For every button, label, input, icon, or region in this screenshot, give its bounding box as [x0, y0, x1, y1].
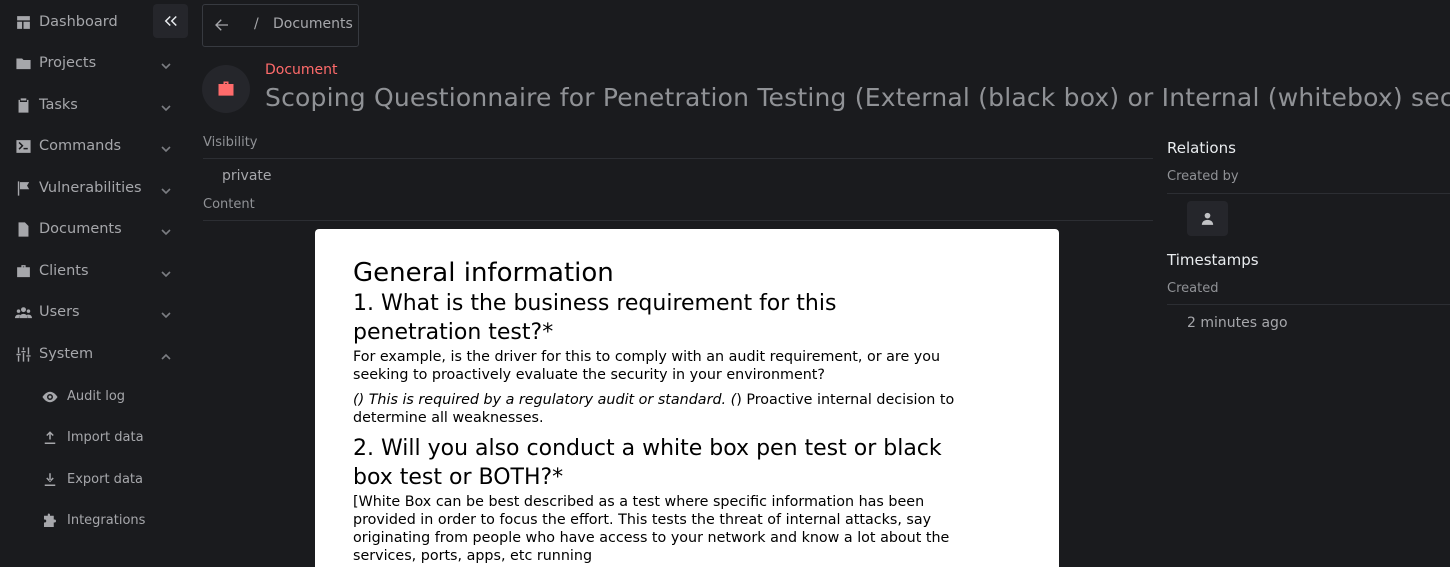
sidebar-item-label: Dashboard [39, 14, 118, 30]
question-2-text: [White Box can be best described as a te… [353, 494, 925, 510]
sidebar: Dashboard Projects Tasks Commands Vulner… [0, 0, 190, 567]
question-1-text-cont: seeking to proactively evaluate the secu… [353, 367, 825, 383]
sidebar-item-label: Clients [39, 263, 89, 279]
chevron-down-icon [160, 306, 172, 319]
chevron-down-icon [160, 182, 172, 195]
relations-title: Relations [1167, 139, 1236, 157]
terminal-icon [14, 137, 32, 155]
sidebar-subitem-label: Integrations [67, 513, 146, 528]
breadcrumb-separator: / [254, 16, 259, 32]
visibility-label: Visibility [203, 135, 258, 150]
briefcase-icon [218, 81, 234, 96]
question-1-text: For example, is the driver for this to c… [353, 349, 941, 365]
question-2-text-cont: provided in order to focus the effort. T… [353, 512, 932, 528]
double-chevron-left-icon [164, 15, 177, 27]
document-content-viewer: General information 1. What is the busin… [315, 229, 1059, 567]
user-icon [1201, 212, 1214, 225]
breadcrumb: / Documents [202, 4, 359, 47]
sidebar-item-clients[interactable]: Clients [0, 253, 190, 289]
folder-icon [14, 54, 32, 72]
sidebar-item-label: Vulnerabilities [39, 180, 142, 196]
question-2-heading-cont: box test or BOTH?* [353, 465, 564, 490]
sidebar-item-users[interactable]: Users [0, 294, 190, 330]
upload-icon [40, 428, 60, 448]
timestamps-title: Timestamps [1167, 251, 1259, 269]
flag-icon [14, 179, 32, 197]
question-1-option-rest: ) Proactive internal decision to [736, 392, 955, 408]
question-1-options-cont: determine all weaknesses. [353, 410, 544, 426]
sidebar-item-projects[interactable]: Projects [0, 45, 190, 81]
document-kind-label: Document [265, 62, 338, 78]
sidebar-item-commands[interactable]: Commands [0, 128, 190, 164]
question-1-heading: 1. What is the business requirement for … [353, 291, 837, 316]
sidebar-item-documents[interactable]: Documents [0, 211, 190, 247]
sidebar-subitem-label: Audit log [67, 389, 126, 404]
sidebar-item-label: Documents [39, 221, 122, 237]
chevron-down-icon [160, 99, 172, 112]
chevron-down-icon [160, 57, 172, 70]
clipboard-icon [14, 96, 32, 114]
question-1-option-italic: () This is required by a regulatory audi… [353, 392, 737, 408]
chevron-down-icon [160, 223, 172, 236]
sliders-icon [14, 345, 32, 363]
sidebar-subitem-export-data[interactable]: Export data [0, 464, 190, 496]
visibility-value: private [222, 168, 272, 184]
sidebar-item-label: Users [39, 304, 80, 320]
puzzle-icon [40, 511, 60, 531]
users-icon [14, 303, 32, 321]
sidebar-subitem-integrations[interactable]: Integrations [0, 505, 190, 537]
sidebar-item-label: Tasks [39, 97, 78, 113]
creator-avatar[interactable] [1187, 201, 1228, 236]
divider [203, 158, 1153, 159]
created-label: Created [1167, 281, 1219, 296]
sidebar-item-label: Commands [39, 138, 122, 154]
sidebar-item-label: Projects [39, 55, 97, 71]
divider [1167, 304, 1450, 305]
sidebar-item-system[interactable]: System [0, 336, 190, 372]
document-icon [14, 220, 32, 238]
sidebar-item-tasks[interactable]: Tasks [0, 87, 190, 123]
dashboard-icon [14, 13, 32, 31]
sidebar-item-vulnerabilities[interactable]: Vulnerabilities [0, 170, 190, 206]
briefcase-icon [14, 262, 32, 280]
divider [1167, 193, 1450, 194]
sidebar-subitem-import-data[interactable]: Import data [0, 422, 190, 454]
created-value: 2 minutes ago [1187, 315, 1288, 331]
sidebar-subitem-label: Import data [67, 430, 144, 445]
content-label: Content [203, 197, 255, 212]
page-title: Scoping Questionnaire for Penetration Te… [265, 83, 1450, 112]
question-1-heading-cont: penetration test?* [353, 320, 554, 345]
collapse-sidebar-button[interactable] [153, 4, 188, 38]
back-arrow-icon[interactable] [213, 16, 233, 36]
chevron-up-icon [160, 348, 172, 360]
question-2-text-cont: services, ports, apps, etc running [353, 548, 593, 564]
eye-icon [40, 387, 60, 407]
question-2-text-cont: originating from people who have access … [353, 530, 950, 546]
created-by-label: Created by [1167, 169, 1239, 184]
download-icon [40, 470, 60, 490]
question-2-heading: 2. Will you also conduct a white box pen… [353, 436, 942, 461]
chevron-down-icon [160, 265, 172, 278]
sidebar-subitem-audit-log[interactable]: Audit log [0, 381, 190, 413]
sidebar-subitem-label: Export data [67, 472, 143, 487]
breadcrumb-documents-link[interactable]: Documents [273, 16, 353, 32]
question-1-options: () This is required by a regulatory audi… [353, 392, 954, 408]
app-root: Dashboard Projects Tasks Commands Vulner… [0, 0, 1450, 567]
divider [203, 220, 1153, 221]
content-heading: General information [353, 258, 614, 288]
document-avatar [202, 65, 250, 113]
chevron-down-icon [160, 140, 172, 153]
sidebar-item-label: System [39, 346, 94, 362]
